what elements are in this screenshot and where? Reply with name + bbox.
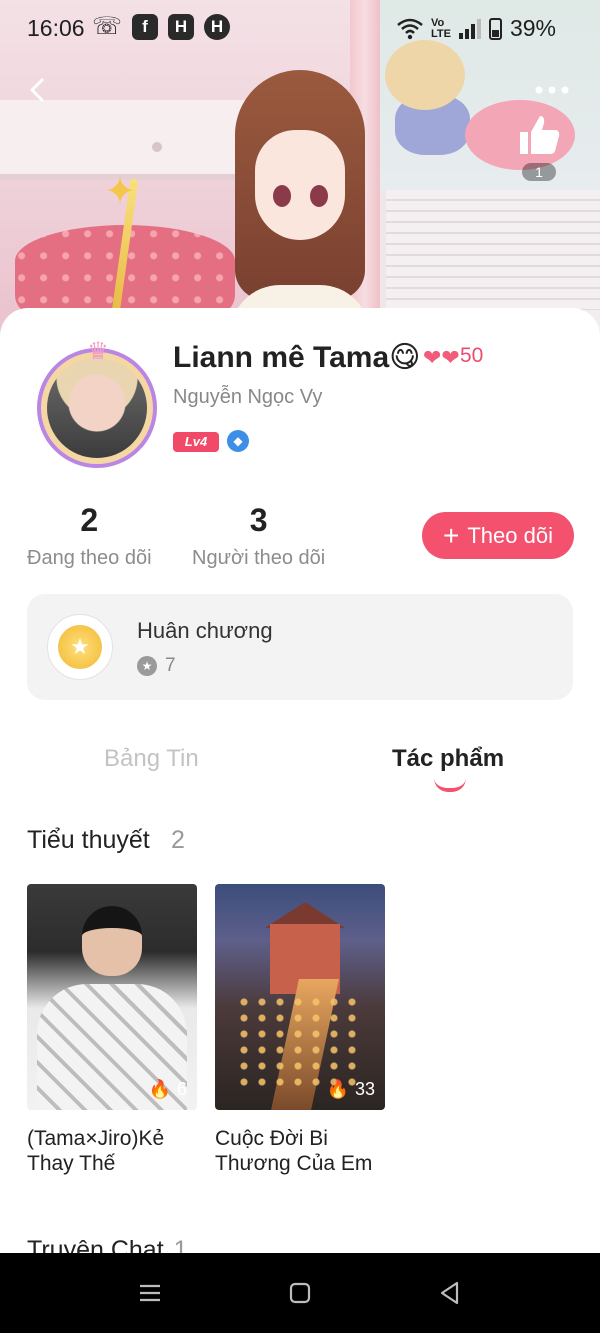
volte-indicator: Vo LTE [430,16,451,40]
following-label: Đang theo dõi [27,547,152,569]
battery-percent: 39% [509,15,556,41]
chat-stories-count: 1 [173,1236,188,1253]
verified-icon: ◆ [227,430,249,452]
thumbs-up-icon [520,116,560,154]
back-nav-button[interactable] [432,1275,468,1311]
read-count-badge: 🔥 33 [327,1079,375,1100]
menu-icon [140,1284,160,1302]
h-app-icon: H [168,14,195,40]
cover-anime-character [225,70,375,340]
novel-card[interactable]: 🔥 33 Cuộc Đời Bi Thương Của Em [215,884,385,1176]
followers-stat[interactable]: 3 Người theo dõi [192,502,325,570]
battery-icon [488,17,502,40]
following-stat[interactable]: 2 Đang theo dõi [27,502,152,570]
heart-count: 50 [460,344,484,367]
active-tab-indicator [434,778,466,792]
novels-count: 2 [171,826,185,854]
like-profile-button[interactable] [514,110,564,160]
like-count: 1 [522,163,556,181]
medals-count-row: ★ 7 [137,655,176,677]
medals-section[interactable]: ★ Huân chương ★ 7 [27,594,573,700]
system-icons: Vo LTE 39% [397,15,556,42]
avatar-image [47,358,147,458]
novel-cover-image: 🔥 6 [27,884,197,1110]
back-button[interactable] [20,72,56,108]
chat-stories-section-title: Truyện Chat 1 [27,1236,188,1253]
cover-teddy-bear [385,40,475,160]
novel-title: Cuộc Đời Bi Thương Của Em [215,1127,373,1175]
avatar[interactable]: ♛ [33,340,163,470]
followers-count: 3 [249,502,268,538]
following-count: 2 [80,502,99,538]
medals-title: Huân chương [137,618,273,643]
cover-drawer-knob [152,142,162,152]
recent-apps-button[interactable] [132,1275,168,1311]
home-button[interactable] [282,1275,318,1311]
badge-star-icon: ★ [137,656,157,676]
signal-icon [458,18,481,39]
medal-icon: ★ [47,614,113,680]
read-count: 6 [176,1079,187,1099]
cover-wand-star: ✦ [104,171,136,213]
system-navigation-bar [0,1253,600,1333]
triangle-back-icon [440,1281,459,1305]
profile-card: ♛ Liann mê Tama😋 ❤❤ 50 Nguyễn Ngọc Vy Lv… [0,308,600,1253]
read-count-badge: 🔥 6 [149,1079,187,1100]
more-options-button[interactable] [532,78,572,102]
square-icon [289,1282,311,1304]
novel-cover-image: 🔥 33 [215,884,385,1110]
plus-icon: + [443,519,460,551]
novel-card[interactable]: 🔥 6 (Tama×Jiro)Kẻ Thay Thế [27,884,197,1176]
cover-window [380,190,600,310]
status-bar: 16:06 ☏ f H H Vo LTE 39% [0,0,600,56]
facebook-icon: f [132,14,159,40]
novels-section-title: Tiểu thuyết [27,826,150,854]
chevron-left-icon [30,78,44,102]
more-dots-icon [535,86,569,94]
cover-dresser [0,100,250,180]
profile-real-name: Nguyễn Ngọc Vy [173,386,323,408]
missed-call-icon: ☏ [92,13,123,40]
medals-count: 7 [165,655,176,676]
tab-works[interactable]: Tác phẩm [392,745,504,773]
hearts-icon: ❤❤ [423,345,460,370]
fire-icon: 🔥 [148,1079,171,1099]
status-time: 16:06 [27,15,85,41]
follow-button[interactable]: + Theo dõi [422,512,574,559]
chat-stories-title: Truyện Chat [27,1236,164,1253]
crown-icon: ♛ [87,338,109,365]
notification-icons: ☏ f H H [92,13,231,40]
tab-news-feed[interactable]: Bảng Tin [104,745,199,773]
fire-icon: 🔥 [326,1079,349,1099]
novel-title: (Tama×Jiro)Kẻ Thay Thế [27,1127,165,1175]
level-badge: Lv4 [173,432,219,452]
h-app-icon: H [204,14,231,40]
wifi-icon [397,18,423,39]
read-count: 33 [354,1079,375,1099]
profile-username: Liann mê Tama😋 [173,341,421,374]
followers-label: Người theo dõi [192,547,326,569]
follow-button-label: Theo dõi [467,522,553,548]
